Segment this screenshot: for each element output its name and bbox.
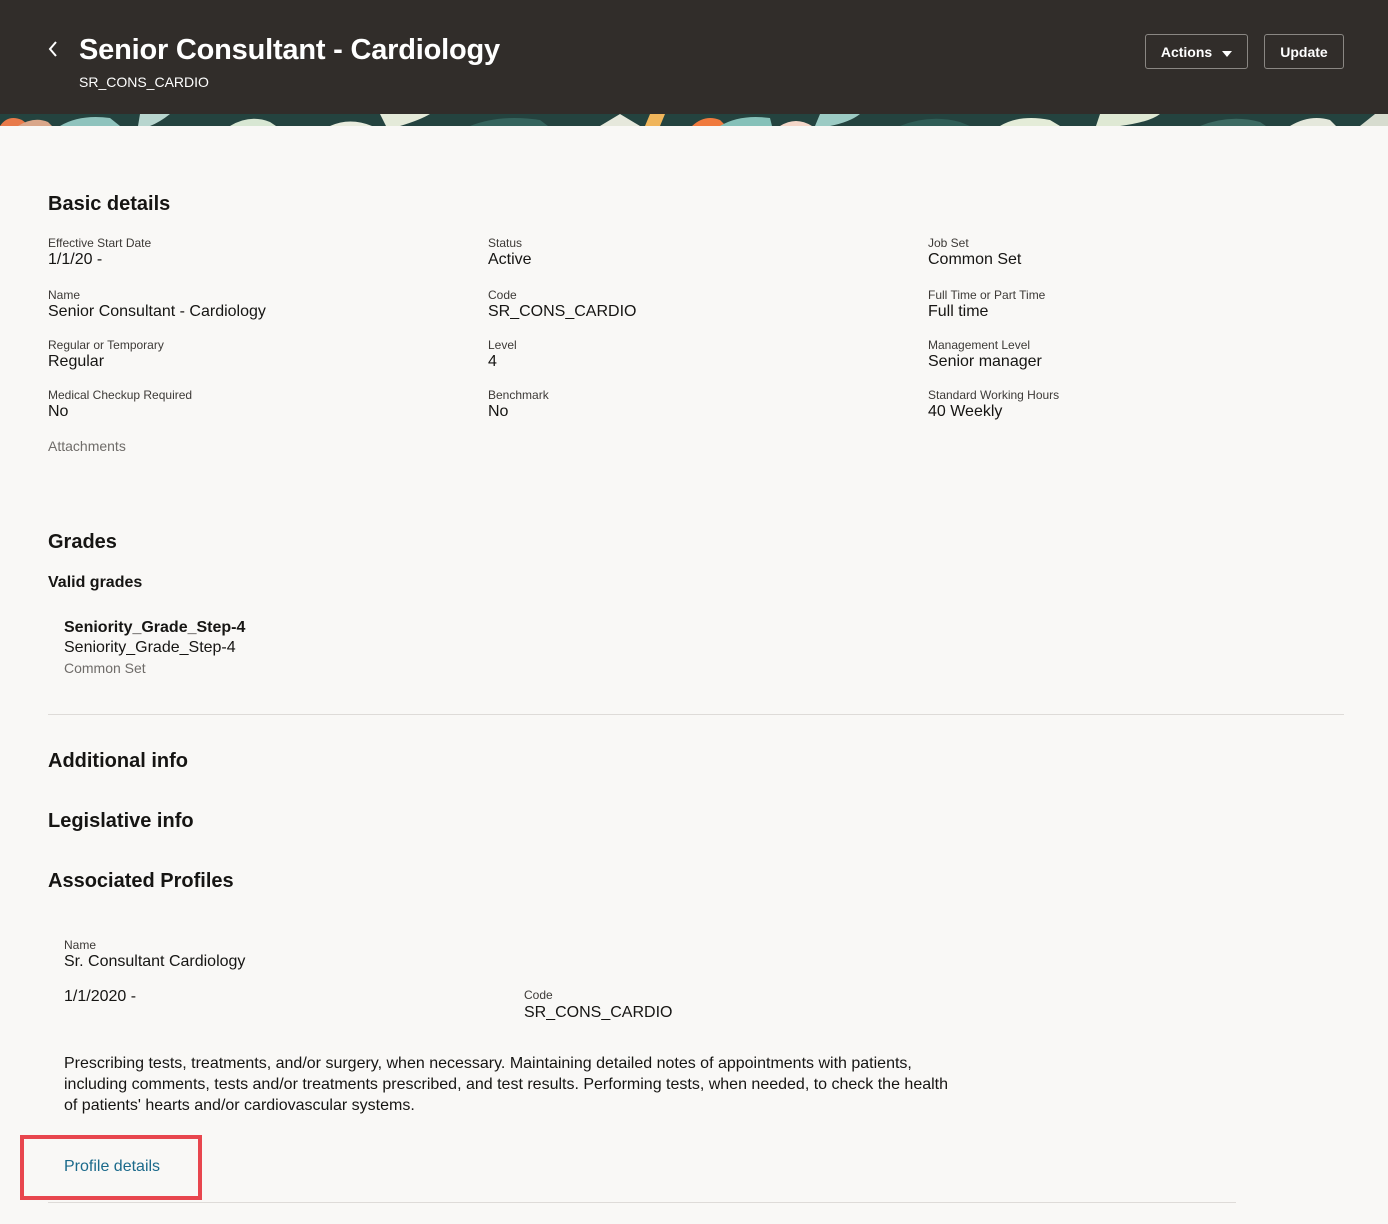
regular-temporary-value: Regular	[48, 353, 105, 370]
level-value: 4	[488, 353, 497, 370]
code-label: Code	[488, 288, 517, 302]
effective-start-date-value: 1/1/20 -	[48, 251, 103, 268]
grade-title: Seniority_Grade_Step-4	[64, 619, 246, 636]
attachments-label: Attachments	[48, 438, 126, 454]
medical-checkup-label: Medical Checkup Required	[48, 388, 193, 402]
job-set-value: Common Set	[928, 251, 1022, 268]
profile-code-label: Code	[524, 988, 553, 1002]
benchmark-label: Benchmark	[488, 388, 549, 402]
profile-date: 1/1/2020 -	[64, 988, 137, 1005]
highlight-annotation	[20, 1135, 202, 1200]
caret-down-icon	[1222, 44, 1233, 60]
status-value: Active	[488, 251, 532, 268]
page-title: Senior Consultant - Cardiology	[79, 34, 500, 66]
regular-temporary-label: Regular or Temporary	[48, 338, 164, 352]
associated-profiles-heading: Associated Profiles	[48, 870, 234, 892]
additional-info-heading[interactable]: Additional info	[48, 750, 188, 773]
profile-name-label: Name	[64, 938, 97, 952]
actions-label: Actions	[1160, 43, 1213, 60]
full-time-label: Full Time or Part Time	[928, 288, 1046, 302]
page-header: Senior Consultant - Cardiology SR_CONS_C…	[0, 0, 1388, 114]
name-value: Senior Consultant - Cardiology	[48, 303, 266, 320]
job-set-label: Job Set	[928, 236, 969, 250]
decorative-banner	[0, 114, 1388, 126]
working-hours-label: Standard Working Hours	[928, 388, 1060, 402]
status-label: Status	[488, 236, 523, 250]
name-label: Name	[48, 288, 81, 302]
code-value: SR_CONS_CARDIO	[488, 303, 637, 320]
profile-code-value: SR_CONS_CARDIO	[524, 1004, 673, 1021]
grade-set: Common Set	[64, 660, 146, 676]
profile-name-value: Sr. Consultant Cardiology	[64, 953, 246, 970]
profile-description: Prescribing tests, treatments, and/or su…	[64, 1055, 949, 1114]
bottom-divider	[48, 1202, 1236, 1203]
update-button[interactable]: Update	[1264, 34, 1344, 69]
page-subtitle-code: SR_CONS_CARDIO	[79, 74, 209, 90]
medical-checkup-value: No	[48, 403, 69, 420]
management-level-label: Management Level	[928, 338, 1031, 352]
back-button[interactable]	[40, 38, 66, 64]
full-time-value: Full time	[928, 303, 989, 320]
level-label: Level	[488, 338, 517, 352]
benchmark-value: No	[488, 403, 509, 420]
working-hours-value: 40 Weekly	[928, 403, 1003, 420]
legislative-info-heading[interactable]: Legislative info	[48, 810, 194, 833]
grades-heading: Grades	[48, 531, 117, 553]
actions-menu-button[interactable]: Actions	[1145, 34, 1248, 69]
section-divider	[48, 714, 1344, 715]
chevron-left-icon	[47, 40, 59, 63]
grade-name: Seniority_Grade_Step-4	[64, 639, 236, 656]
management-level-value: Senior manager	[928, 353, 1042, 370]
basic-details-heading: Basic details	[48, 193, 171, 215]
effective-start-date-label: Effective Start Date	[48, 236, 152, 250]
valid-grades-subheading: Valid grades	[48, 574, 143, 591]
